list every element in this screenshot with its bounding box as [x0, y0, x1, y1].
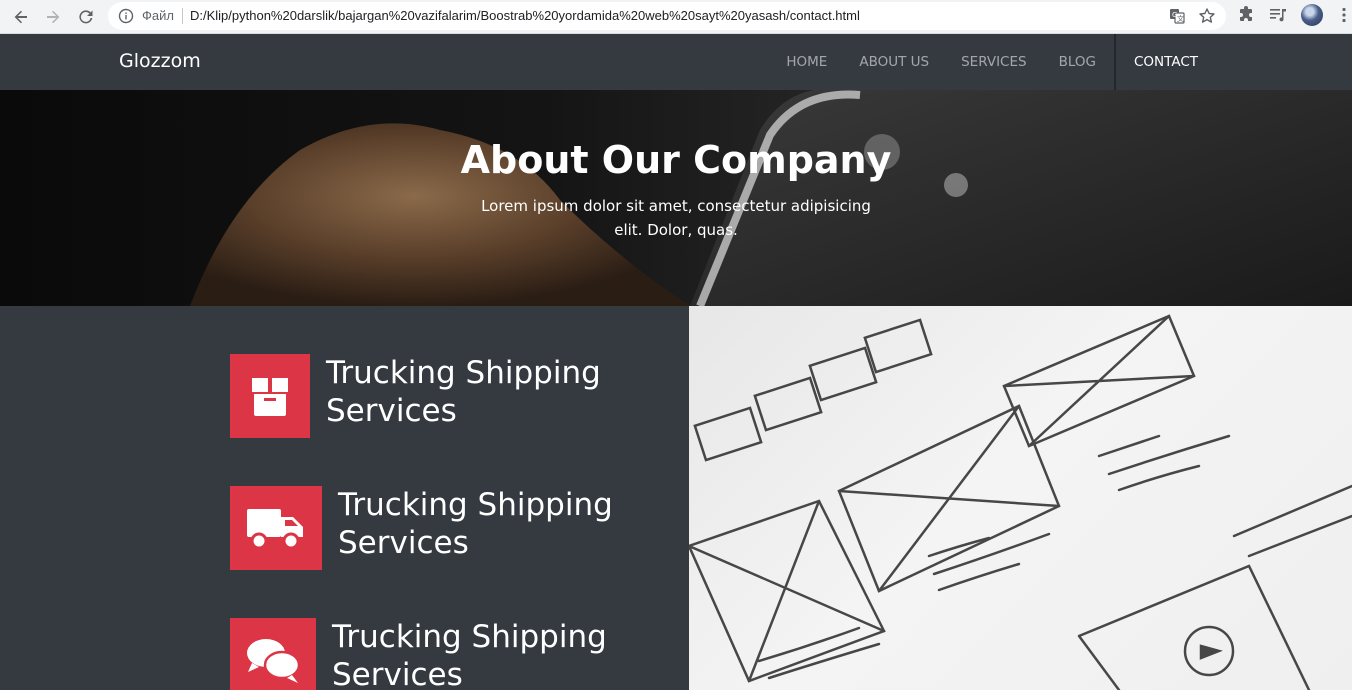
translate-icon[interactable]: G文 — [1168, 7, 1186, 25]
info-icon[interactable] — [118, 8, 134, 24]
services-panel: Trucking Shipping Services Trucking Ship… — [0, 306, 689, 690]
hero-text: Lorem ipsum dolor sit amet, consectetur … — [481, 197, 871, 239]
profile-avatar[interactable] — [1301, 4, 1323, 26]
reload-icon[interactable] — [74, 5, 98, 29]
omnibox-separator — [182, 8, 183, 24]
truck-icon — [230, 486, 322, 570]
service-item: Trucking Shipping Services — [230, 486, 638, 570]
back-icon[interactable] — [9, 5, 33, 29]
comments-icon — [230, 618, 316, 690]
wireframe-sketch-image — [689, 306, 1352, 690]
nav-about-us[interactable]: ABOUT US — [843, 34, 945, 90]
browser-toolbar: Файл D:/Klip/python%20darslik/bajargan%2… — [0, 0, 1352, 34]
menu-icon[interactable] — [1334, 5, 1352, 25]
service-title: Trucking Shipping Services — [326, 355, 601, 429]
url-text[interactable]: D:/Klip/python%20darslik/bajargan%20vazi… — [190, 8, 860, 23]
address-bar[interactable]: Файл D:/Klip/python%20darslik/bajargan%2… — [108, 2, 1226, 30]
nav-services[interactable]: SERVICES — [945, 34, 1042, 90]
nav-contact[interactable]: CONTACT — [1113, 34, 1214, 90]
star-icon[interactable] — [1198, 7, 1216, 25]
hero-section: About Our Company Lorem ipsum dolor sit … — [0, 90, 1352, 306]
service-title: Trucking Shipping Services — [338, 487, 613, 561]
nav-home[interactable]: HOME — [770, 34, 843, 90]
box-icon — [230, 354, 310, 438]
nav-blog[interactable]: BLOG — [1043, 34, 1112, 90]
hero-title: About Our Company — [460, 138, 892, 182]
service-item: Trucking Shipping Services — [230, 354, 626, 438]
sketch-drawing — [689, 314, 1352, 690]
site-navbar: Glozzom HOME ABOUT US SERVICES BLOG CONT… — [0, 34, 1352, 90]
service-title: Trucking Shipping Services — [332, 619, 607, 690]
extensions-icon[interactable] — [1236, 5, 1256, 25]
svg-text:文: 文 — [1177, 14, 1184, 23]
scheme-label: Файл — [142, 8, 174, 23]
nav-links: HOME ABOUT US SERVICES BLOG CONTACT — [770, 34, 1214, 90]
service-item: Trucking Shipping Services — [230, 618, 632, 690]
brand-logo[interactable]: Glozzom — [119, 50, 201, 72]
forward-icon[interactable] — [41, 5, 65, 29]
media-icon[interactable] — [1268, 5, 1288, 25]
